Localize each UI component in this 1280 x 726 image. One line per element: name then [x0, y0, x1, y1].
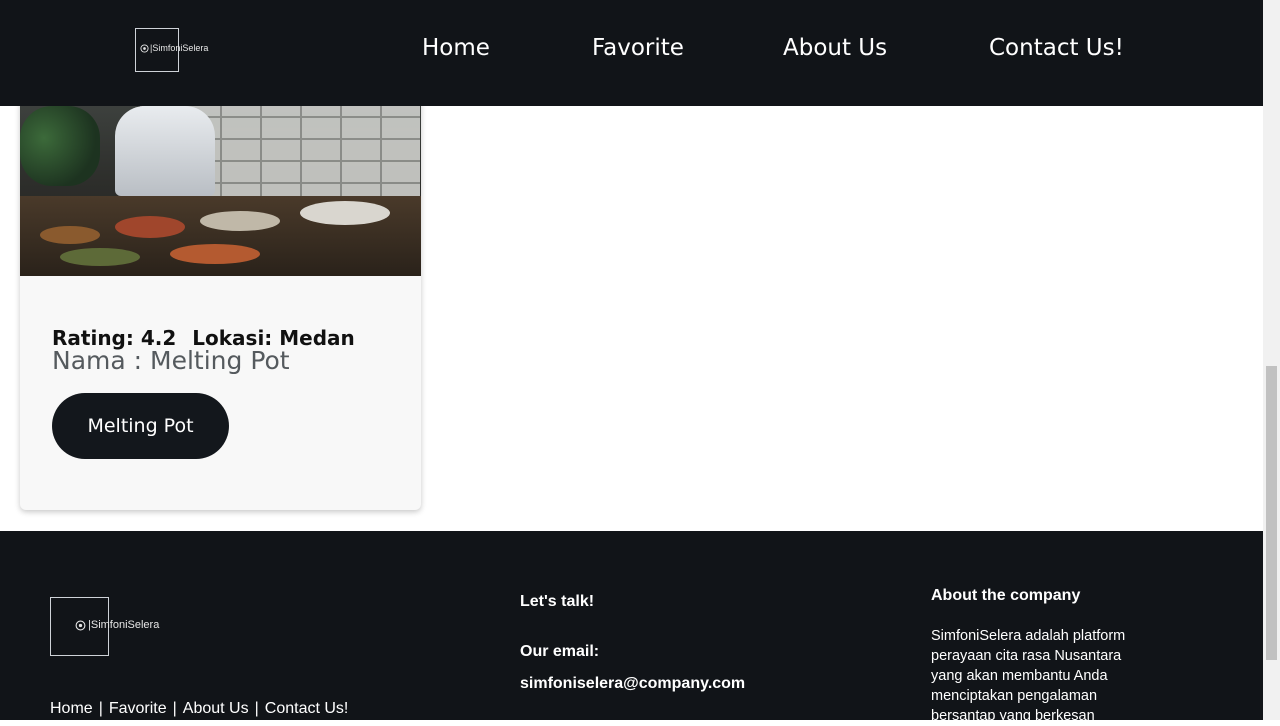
restaurant-name: Nama : Melting Pot	[52, 346, 290, 375]
nav-favorite[interactable]: Favorite	[592, 32, 684, 64]
scrollbar[interactable]	[1263, 0, 1280, 720]
footer-links: Home | Favorite | About Us | Contact Us!	[50, 699, 348, 719]
footer-link-home[interactable]: Home	[50, 700, 93, 717]
restaurant-photo	[20, 96, 421, 276]
nav-contact-us[interactable]: Contact Us!	[989, 32, 1124, 64]
footer-link-about-us[interactable]: About Us	[183, 700, 249, 717]
email-address[interactable]: simfoniselera@company.com	[520, 675, 745, 693]
restaurant-button[interactable]: Melting Pot	[52, 393, 229, 459]
logo-text: |SimfoniSelera	[150, 43, 209, 53]
email-label: Our email:	[520, 643, 600, 660]
footer-link-favorite[interactable]: Favorite	[109, 700, 167, 717]
site-header: |SimfoniSelera Home Favorite About Us Co…	[0, 0, 1263, 106]
nav-about-us[interactable]: About Us	[783, 32, 887, 64]
scrollbar-thumb[interactable]	[1266, 366, 1277, 660]
site-footer: |SimfoniSelera Home | Favorite | About Us | Co…	[0, 531, 1263, 724]
footer-logo-mark-icon	[75, 620, 86, 631]
footer-separator: |	[98, 700, 103, 717]
footer-separator: |	[172, 700, 177, 717]
nav-home[interactable]: Home	[422, 32, 490, 64]
footer-link-contact-us[interactable]: Contact Us!	[265, 700, 349, 717]
about-text: SimfoniSelera adalah platform perayaan c…	[931, 628, 1126, 724]
logo-mark-icon	[140, 44, 149, 53]
restaurant-card: Rating: 4.2 Lokasi: Medan Nama : Melting …	[20, 96, 421, 510]
footer-separator: |	[254, 700, 259, 717]
talk-heading: Let's talk!	[520, 593, 595, 610]
about-heading: About the company	[931, 587, 1081, 604]
footer-logo-text: |SimfoniSelera	[88, 619, 160, 631]
